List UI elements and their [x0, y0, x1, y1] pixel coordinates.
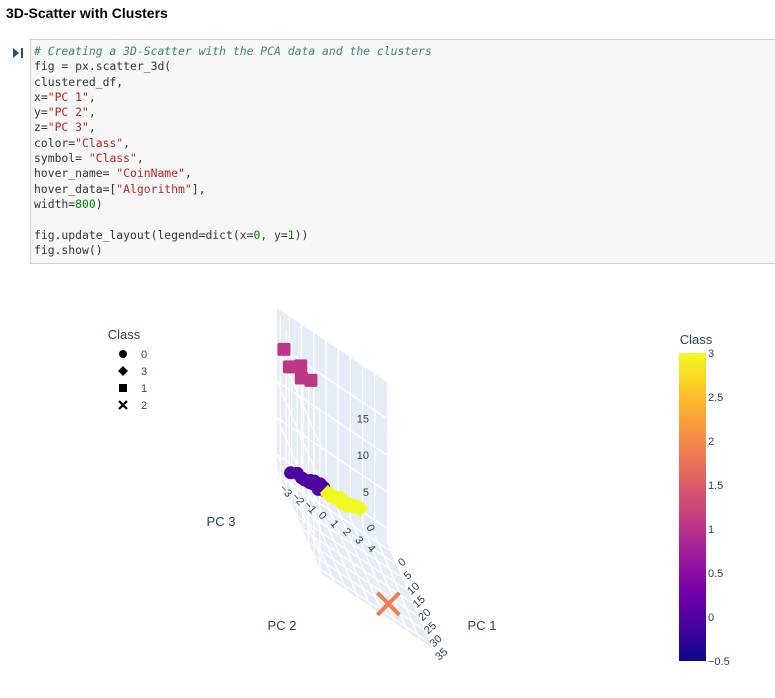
code-token: , [88, 105, 96, 120]
code-token: fig.show() [34, 242, 103, 257]
colorbar-tick-label: 3 [708, 348, 714, 360]
code-token: clustered_df, [34, 74, 124, 89]
code-token: , y= [260, 227, 288, 242]
code-token: 1 [287, 227, 295, 242]
legend: Class0 3 1 2 [108, 327, 147, 412]
code-token: 800 [75, 196, 96, 211]
code-token: hover_data=[ [34, 181, 117, 196]
colorbar-tick-label: 1 [708, 524, 714, 536]
colorbar-tick-label: 1.5 [708, 480, 723, 492]
colorbar-tick-label: −0.5 [708, 656, 730, 668]
code-token: ) [95, 196, 103, 211]
legend-item-label: 1 [141, 383, 147, 395]
z-tick-label: 15 [357, 414, 369, 426]
legend-item-0[interactable]: 0 [119, 349, 147, 361]
colorbar: Class3 2.5 2 1.5 1 0.5 0 −0.5 [679, 332, 730, 668]
colorbar-gradient [679, 353, 706, 661]
legend-item-2[interactable]: 2 [118, 400, 147, 412]
legend-item-label: 0 [141, 349, 147, 361]
data-point[interactable] [284, 466, 298, 480]
data-point[interactable] [294, 359, 308, 373]
code-cell[interactable]: # Creating a 3D-Scatter with the PCA dat… [30, 39, 775, 264]
z-tick-label: 5 [363, 487, 369, 499]
data-point[interactable] [304, 373, 318, 387]
code-token: hover_name= [34, 166, 117, 181]
y-axis-title: PC 2 [268, 618, 297, 633]
data-point[interactable] [309, 478, 323, 492]
section-title: 3D-Scatter with Clusters [6, 5, 168, 21]
code-token: , [184, 166, 192, 181]
colorbar-title: Class [680, 332, 713, 347]
colorbar-tick-label: 2.5 [708, 392, 723, 404]
legend-item-3[interactable]: 3 [118, 366, 147, 378]
code-token: width= [34, 196, 76, 211]
legend-title: Class [108, 327, 141, 342]
code-token: x= [34, 89, 48, 104]
code-token: fig = px.scatter_3d( [34, 59, 172, 74]
code-comment: # Creating a 3D-Scatter with the PCA dat… [34, 44, 432, 58]
code-token: "PC 1" [47, 89, 89, 104]
code-token: z= [34, 120, 48, 135]
legend-diamond-icon [118, 366, 128, 376]
code-token: y= [34, 105, 48, 120]
code-editor[interactable]: # Creating a 3D-Scatter with the PCA dat… [34, 44, 432, 258]
code-token: "CoinName" [116, 166, 185, 181]
data-point[interactable] [282, 360, 296, 374]
run-cell-icon[interactable] [12, 46, 26, 60]
code-token: symbol= [34, 151, 89, 166]
code-token: , [88, 89, 96, 104]
x-tick-label: 0 [396, 556, 409, 569]
legend-item-1[interactable]: 1 [119, 383, 147, 395]
x-tick-label: 5 [402, 569, 415, 582]
code-token: fig.update_layout(legend=dict(x= [34, 227, 254, 242]
code-token: , [88, 120, 96, 135]
legend-item-label: 3 [141, 366, 147, 378]
code-token: , [123, 135, 131, 150]
code-token: "Class" [88, 151, 137, 166]
code-token: ], [191, 181, 206, 196]
legend-x-icon [118, 400, 128, 410]
legend-item-label: 2 [141, 400, 147, 412]
code-token: color= [34, 135, 76, 150]
colorbar-tick-label: 2 [708, 436, 714, 448]
code-token: , [136, 151, 144, 166]
z-axis-title: PC 3 [207, 514, 236, 529]
legend-circle-icon [119, 350, 127, 358]
colorbar-tick-label: 0 [708, 612, 714, 624]
code-token: "Class" [75, 135, 124, 150]
colorbar-tick-label: 0.5 [708, 568, 723, 580]
z-tick-label: 10 [357, 450, 369, 462]
scatter3d-plot[interactable]: 05101520253035−3−2−101234051015PC 1PC 2P… [0, 280, 775, 698]
legend-square-icon [119, 384, 127, 392]
code-token: "Algorithm" [116, 181, 192, 196]
code-token: "PC 3" [47, 120, 89, 135]
code-token: "PC 2" [47, 105, 89, 120]
data-point[interactable] [277, 342, 291, 356]
code-token: )) [294, 227, 309, 242]
x-axis-title: PC 1 [468, 618, 497, 633]
scene-3d: 05101520253035−3−2−101234051015PC 1PC 2P… [207, 308, 497, 663]
